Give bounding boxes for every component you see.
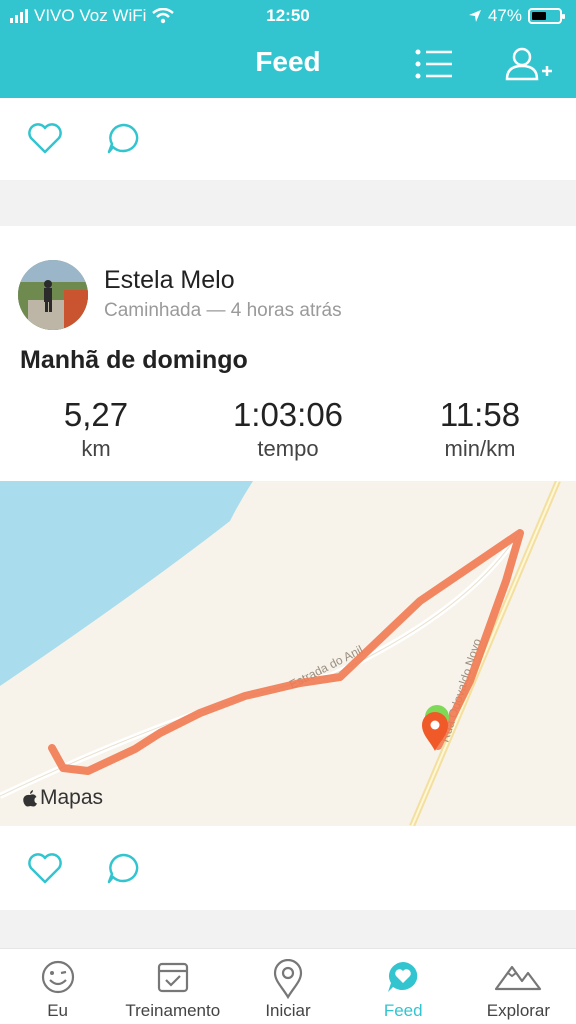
user-name[interactable]: Estela Melo xyxy=(104,266,235,295)
avatar[interactable] xyxy=(18,260,88,330)
stat-unit: km xyxy=(81,436,111,461)
route-map[interactable]: Estrada do Anil Rua Odovaldo Novo Mapas xyxy=(0,481,576,826)
heart-bubble-icon xyxy=(388,962,418,992)
tab-label: Treinamento xyxy=(125,1001,221,1020)
mountains-icon xyxy=(495,965,542,991)
stat-value: 1:03:06 xyxy=(232,396,344,433)
tab-label: Explorar xyxy=(486,1001,551,1020)
list-icon[interactable] xyxy=(412,46,456,82)
stat-pace: 11:58 min/km xyxy=(384,396,576,462)
top-bar: VIVO Voz WiFi 12:50 47% Feed xyxy=(0,0,576,98)
stat-distance: 5,27 km xyxy=(0,396,192,462)
like-heart-icon[interactable] xyxy=(26,121,64,155)
tab-treinamento[interactable]: Treinamento xyxy=(115,949,230,1024)
tab-explorar[interactable]: Explorar xyxy=(461,949,576,1024)
tab-label: Feed xyxy=(383,1001,423,1020)
stat-time: 1:03:06 tempo xyxy=(192,396,384,462)
apple-logo-icon xyxy=(23,790,37,807)
prev-post-actions xyxy=(0,98,576,180)
stat-value: 5,27 xyxy=(63,396,129,433)
battery-percent: 47% xyxy=(487,6,522,25)
tab-bar: Eu Treinamento Iniciar Feed Explorar xyxy=(0,948,576,1024)
stat-unit: tempo xyxy=(257,436,319,461)
map-canvas: Estrada do Anil Rua Odovaldo Novo xyxy=(0,481,576,826)
comment-bubble-icon[interactable] xyxy=(104,121,142,155)
battery-icon xyxy=(528,8,565,24)
tab-label: Iniciar xyxy=(265,1001,311,1020)
tab-feed[interactable]: Feed xyxy=(346,949,461,1024)
tab-eu[interactable]: Eu xyxy=(0,949,115,1024)
location-pin-icon xyxy=(273,959,303,999)
post-actions xyxy=(0,826,576,910)
stat-value: 11:58 xyxy=(439,396,521,433)
like-heart-icon[interactable] xyxy=(26,851,64,885)
add-user-icon[interactable] xyxy=(504,46,554,82)
maps-label: Mapas xyxy=(40,786,104,809)
stat-unit: min/km xyxy=(444,436,516,461)
smiley-icon xyxy=(41,960,74,994)
activity-title: Manhã de domingo xyxy=(20,346,248,374)
activity-subtitle: Caminhada — 4 horas atrás xyxy=(104,300,342,321)
status-bar: VIVO Voz WiFi 12:50 47% xyxy=(0,0,576,32)
maps-attribution: Mapas xyxy=(22,786,103,810)
tab-label: Eu xyxy=(47,1001,68,1020)
checklist-icon xyxy=(157,962,188,993)
location-arrow-icon xyxy=(468,10,481,22)
comment-bubble-icon[interactable] xyxy=(104,851,142,885)
post-card[interactable]: Estela Melo Caminhada — 4 horas atrás Ma… xyxy=(0,226,576,481)
page-title: Feed xyxy=(255,46,321,77)
tab-iniciar[interactable]: Iniciar xyxy=(230,949,345,1024)
